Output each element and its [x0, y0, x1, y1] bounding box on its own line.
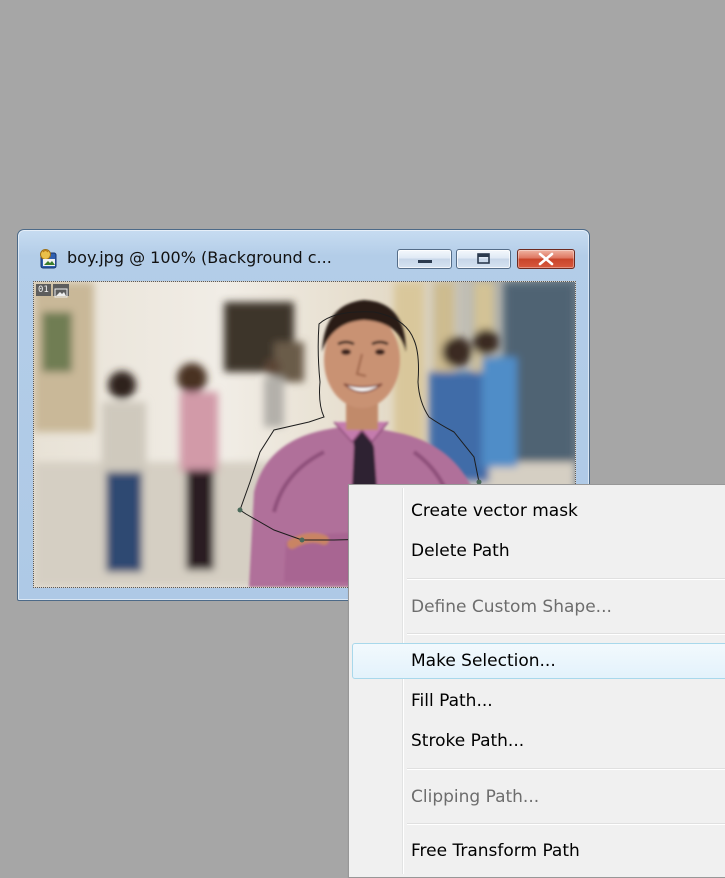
menu-item-clipping-path: Clipping Path... — [352, 779, 725, 815]
menu-separator — [407, 578, 725, 580]
close-icon — [538, 252, 554, 266]
menu-separator — [407, 768, 725, 770]
menu-item-label: Free Transform Path — [411, 841, 580, 861]
menu-item-label: Fill Path... — [411, 691, 493, 711]
layer-indicator: 01 — [36, 284, 69, 298]
menu-item-label: Delete Path — [411, 541, 510, 561]
menu-item-define-custom-shape: Define Custom Shape... — [352, 589, 725, 625]
image-icon — [52, 284, 69, 298]
menu-separator — [407, 633, 725, 635]
menu-item-free-transform-path[interactable]: Free Transform Path — [352, 833, 725, 869]
layer-number: 01 — [36, 284, 51, 296]
menu-item-stroke-path[interactable]: Stroke Path... — [352, 723, 725, 759]
menu-item-delete-path[interactable]: Delete Path — [352, 533, 725, 569]
close-button[interactable] — [517, 249, 575, 269]
menu-item-label: Stroke Path... — [411, 731, 525, 751]
document-title: boy.jpg @ 100% (Background c... — [67, 248, 332, 267]
menu-separator — [407, 823, 725, 825]
path-context-menu: Create vector mask Delete Path Define Cu… — [348, 484, 725, 878]
menu-item-make-selection[interactable]: Make Selection... — [352, 643, 725, 679]
menu-item-fill-path[interactable]: Fill Path... — [352, 683, 725, 719]
menu-item-create-vector-mask[interactable]: Create vector mask — [352, 493, 725, 529]
restore-button[interactable] — [456, 249, 511, 269]
menu-item-label: Define Custom Shape... — [411, 597, 612, 617]
menu-item-label: Make Selection... — [411, 651, 556, 671]
menu-item-label: Clipping Path... — [411, 787, 540, 807]
photoshop-document-icon — [37, 248, 59, 270]
minimize-button[interactable] — [397, 249, 452, 269]
minimize-icon — [418, 260, 432, 263]
restore-icon — [477, 253, 490, 264]
menu-item-label: Create vector mask — [411, 501, 578, 521]
